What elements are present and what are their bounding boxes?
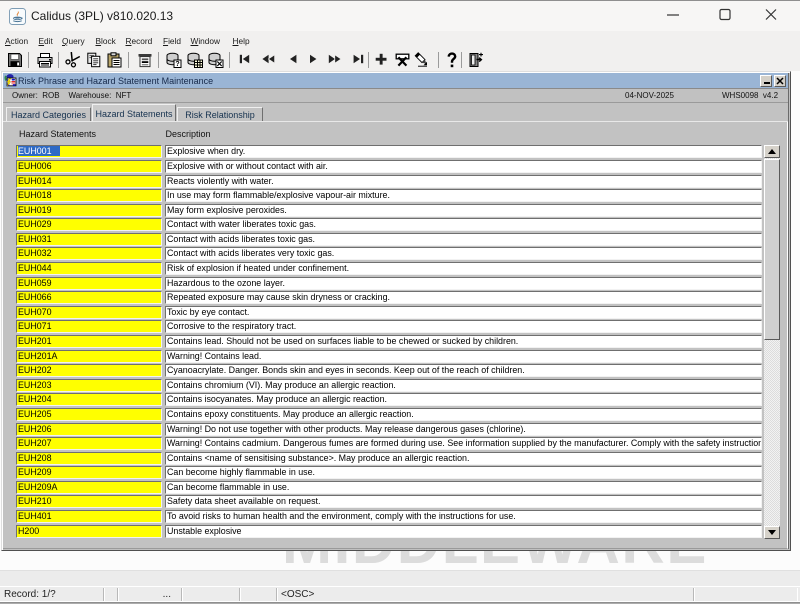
svg-text:?: ? <box>175 61 179 68</box>
